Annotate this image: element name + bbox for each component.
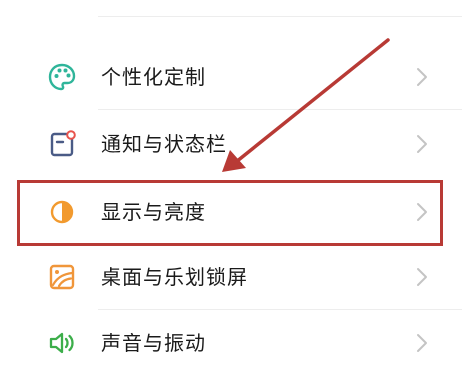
settings-item-label: 声音与振动 [101, 331, 206, 355]
settings-item-label: 通知与状态栏 [101, 132, 227, 156]
chevron-right-icon [417, 268, 427, 286]
palette-icon [48, 63, 76, 91]
wallpaper-icon [49, 264, 75, 290]
chevron-right-icon [417, 68, 427, 86]
settings-item-label: 个性化定制 [101, 65, 206, 89]
settings-item-personalization[interactable]: 个性化定制 [0, 44, 462, 110]
settings-item-notifications[interactable]: 通知与状态栏 [0, 111, 462, 177]
sound-icon [49, 332, 74, 354]
settings-item-label: 桌面与乐划锁屏 [101, 265, 248, 289]
chevron-right-icon [417, 334, 427, 352]
divider [98, 16, 462, 17]
highlight-box [17, 180, 443, 246]
settings-item-desktop-lockscreen[interactable]: 桌面与乐划锁屏 [0, 244, 462, 310]
chevron-right-icon [417, 135, 427, 153]
divider [98, 109, 462, 110]
notification-icon [50, 130, 76, 157]
settings-item-sound-vibration[interactable]: 声音与振动 [0, 310, 462, 369]
settings-screen: 个性化定制 通知与状态栏 显示与亮度 桌面与乐划锁屏 声音与振动 [0, 0, 462, 369]
